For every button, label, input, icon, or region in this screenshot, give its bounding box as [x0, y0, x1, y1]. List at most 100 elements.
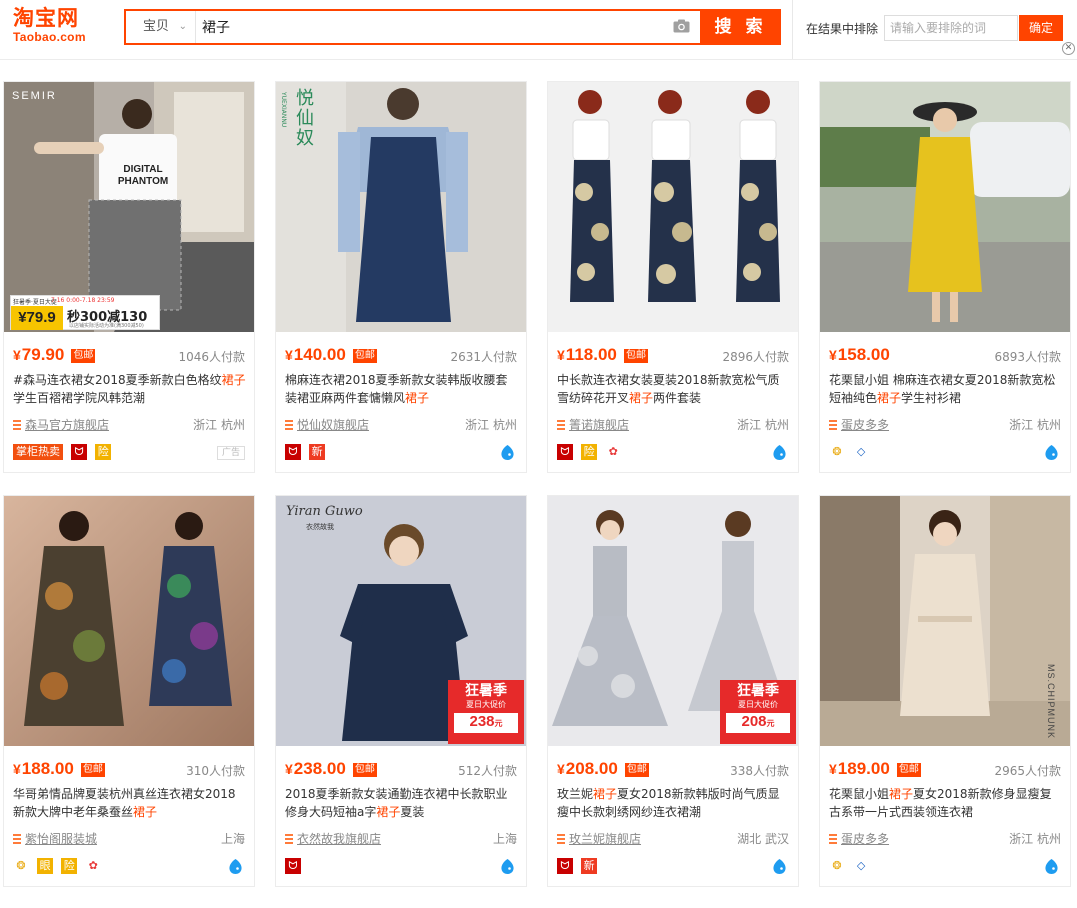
- product-title[interactable]: #森马连衣裙女2018夏季新款白色格纹裙子学生百褶裙学院风韩范潮: [13, 371, 247, 409]
- badge-row: 掌柜热卖 ᗢ 险 广告: [13, 444, 245, 462]
- product-image[interactable]: [820, 82, 1070, 332]
- buyer-count: 512人付款: [458, 764, 517, 778]
- shop-name[interactable]: 悦仙奴旗舰店: [297, 418, 369, 432]
- product-image[interactable]: MS.CHIPMUNK: [820, 496, 1070, 746]
- shop-icon: [829, 834, 837, 844]
- shop-name[interactable]: 紫怡阁服装城: [25, 832, 97, 846]
- shop-icon: [557, 420, 565, 430]
- search-category-label: 宝贝: [143, 19, 170, 34]
- location: 浙江 杭州: [193, 418, 245, 432]
- product-title[interactable]: 中长款连衣裙女装夏装2018新款宽松气质雪纺碎花开叉裙子两件套装: [557, 371, 791, 409]
- product-image[interactable]: Yiran Guwo 衣然故我 狂暑季 夏日大促价 238元: [276, 496, 526, 746]
- product-title[interactable]: 玫兰妮裙子夏女2018新款韩版时尚气质显瘦中长款刺绣网纱连衣裙潮: [557, 785, 791, 823]
- taobao-logo[interactable]: 淘宝网 Taobao.com: [13, 6, 113, 48]
- tmall-cat-icon[interactable]: ᗢ: [285, 858, 301, 874]
- header: 淘宝网 Taobao.com 宝贝 ⌄ 搜 索 在结果中排除 确定 ✕: [0, 0, 1077, 60]
- product-image[interactable]: [548, 82, 798, 332]
- price-value: 118.00: [565, 345, 617, 364]
- price: ¥208.00: [557, 759, 618, 778]
- shirt-print: DIGITAL PHANTOM: [108, 164, 178, 188]
- wangwang-icon[interactable]: [499, 858, 516, 875]
- shop-name[interactable]: 蛋皮多多: [841, 418, 889, 432]
- gold-seller-icon[interactable]: ❂: [13, 858, 29, 874]
- product-title[interactable]: 花栗鼠小姐裙子夏女2018新款修身显瘦复古系带一片式西装领连衣裙: [829, 785, 1063, 823]
- hot-sale-badge[interactable]: 掌柜热卖: [13, 444, 63, 460]
- promo-banner: 狂暑季·夏日大促 7.16 0:00-7.18 23:59 ¥79.9 秒300…: [10, 295, 160, 330]
- wangwang-icon[interactable]: [499, 444, 516, 461]
- promo-price: ¥79.9: [11, 306, 63, 330]
- search-category-select[interactable]: 宝贝 ⌄: [126, 11, 196, 43]
- price-row: ¥208.00 包邮 338人付款: [557, 759, 789, 779]
- flower-icon[interactable]: ✿: [605, 444, 622, 460]
- product-card[interactable]: ¥118.00 包邮 2896人付款 中长款连衣裙女装夏装2018新款宽松气质雪…: [547, 81, 799, 473]
- exclude-input[interactable]: [884, 15, 1018, 41]
- title-text: 夏装: [400, 805, 425, 819]
- promo-tag-sub: 夏日大促价: [466, 700, 506, 709]
- tmall-cat-icon[interactable]: ᗢ: [557, 444, 573, 460]
- tmall-cat-icon[interactable]: ᗢ: [71, 444, 88, 460]
- shield-icon[interactable]: ◇: [853, 444, 870, 460]
- product-card[interactable]: SEMIR DIGITAL PHANTOM 狂暑季·夏日大促 7.16 0:00…: [3, 81, 255, 473]
- product-card[interactable]: ¥188.00 包邮 310人付款 华哥弟情品牌夏装杭州真丝连衣裙女2018新款…: [3, 495, 255, 887]
- wangwang-icon[interactable]: [227, 858, 244, 875]
- shop-name[interactable]: 蛋皮多多: [841, 832, 889, 846]
- buyer-count: 2896人付款: [722, 350, 789, 364]
- eye-badge[interactable]: 眼: [37, 858, 54, 874]
- tmall-cat-icon[interactable]: ᗢ: [557, 858, 573, 874]
- price: ¥79.90: [13, 345, 65, 364]
- shop-name[interactable]: 衣然故我旗舰店: [297, 832, 381, 846]
- shop-row: 紫怡阁服装城 上海: [13, 830, 245, 846]
- new-badge[interactable]: 新: [581, 858, 598, 874]
- product-card[interactable]: ¥158.00 6893人付款 花栗鼠小姐 棉麻连衣裙女夏2018新款宽松短袖纯…: [819, 81, 1071, 473]
- location: 浙江 杭州: [1009, 418, 1061, 432]
- title-text: 玫兰妮: [557, 787, 594, 801]
- confirm-button[interactable]: 确定: [1019, 15, 1063, 41]
- shop-row: 玫兰妮旗舰店 湖北 武汉: [557, 830, 789, 846]
- product-card[interactable]: MS.CHIPMUNK ¥189.00 包邮 2965人付款 花栗鼠小姐裙子夏女…: [819, 495, 1071, 887]
- header-divider: [792, 0, 793, 60]
- title-highlight: 裙子: [889, 787, 914, 801]
- shop-name[interactable]: 箐诺旗舰店: [569, 418, 629, 432]
- price-row: ¥189.00 包邮 2965人付款: [829, 759, 1061, 779]
- wangwang-icon[interactable]: [771, 444, 788, 461]
- price: ¥189.00: [829, 759, 890, 778]
- free-shipping-tag: 包邮: [352, 349, 377, 363]
- shield-icon[interactable]: ◇: [853, 858, 870, 874]
- insurance-badge[interactable]: 险: [581, 444, 598, 460]
- product-card[interactable]: 狂暑季 夏日大促价 208元 ¥208.00 包邮 338人付款 玫兰妮裙子夏女…: [547, 495, 799, 887]
- product-image[interactable]: 悦仙奴 YUEXIANNU: [276, 82, 526, 332]
- search-input[interactable]: [202, 15, 662, 39]
- close-icon[interactable]: ✕: [1062, 42, 1075, 55]
- product-image[interactable]: SEMIR DIGITAL PHANTOM 狂暑季·夏日大促 7.16 0:00…: [4, 82, 254, 332]
- search-button[interactable]: 搜 索: [700, 9, 781, 45]
- free-shipping-tag: 包邮: [896, 763, 921, 777]
- badge-row: ❂ ◇: [829, 444, 1061, 462]
- promo-tag-unit: 元: [766, 719, 775, 728]
- shop-icon: [13, 834, 21, 844]
- gold-seller-icon[interactable]: ❂: [829, 444, 845, 460]
- product-image[interactable]: [4, 496, 254, 746]
- location: 湖北 武汉: [737, 832, 789, 846]
- tmall-cat-icon[interactable]: ᗢ: [285, 444, 301, 460]
- shop-row: 悦仙奴旗舰店 浙江 杭州: [285, 416, 517, 432]
- product-card[interactable]: Yiran Guwo 衣然故我 狂暑季 夏日大促价 238元 ¥238.00 包…: [275, 495, 527, 887]
- product-title[interactable]: 2018夏季新款女装通勤连衣裙中长款职业修身大码短袖a字裙子夏装: [285, 785, 519, 823]
- gold-seller-icon[interactable]: ❂: [829, 858, 845, 874]
- product-title[interactable]: 花栗鼠小姐 棉麻连衣裙女夏2018新款宽松短袖纯色裙子学生衬衫裙: [829, 371, 1063, 409]
- wangwang-icon[interactable]: [1043, 858, 1060, 875]
- product-card[interactable]: 悦仙奴 YUEXIANNU ¥140.00 包邮 2631人付款 棉麻连衣裙20…: [275, 81, 527, 473]
- shop-name[interactable]: 森马官方旗舰店: [25, 418, 109, 432]
- badge-row: ᗢ 险 ✿: [557, 444, 789, 462]
- promo-tag-price: 208: [741, 713, 767, 730]
- product-image[interactable]: 狂暑季 夏日大促价 208元: [548, 496, 798, 746]
- product-title[interactable]: 华哥弟情品牌夏装杭州真丝连衣裙女2018新款大牌中老年桑蚕丝裙子: [13, 785, 247, 823]
- insurance-badge[interactable]: 险: [61, 858, 78, 874]
- flower-icon[interactable]: ✿: [85, 858, 102, 874]
- wangwang-icon[interactable]: [771, 858, 788, 875]
- wangwang-icon[interactable]: [1043, 444, 1060, 461]
- shop-name[interactable]: 玫兰妮旗舰店: [569, 832, 641, 846]
- product-title[interactable]: 棉麻连衣裙2018夏季新款女装韩版收腰套装裙亚麻两件套慵懒风裙子: [285, 371, 519, 409]
- camera-icon[interactable]: [673, 19, 690, 33]
- insurance-badge[interactable]: 险: [95, 444, 112, 460]
- new-badge[interactable]: 新: [309, 444, 326, 460]
